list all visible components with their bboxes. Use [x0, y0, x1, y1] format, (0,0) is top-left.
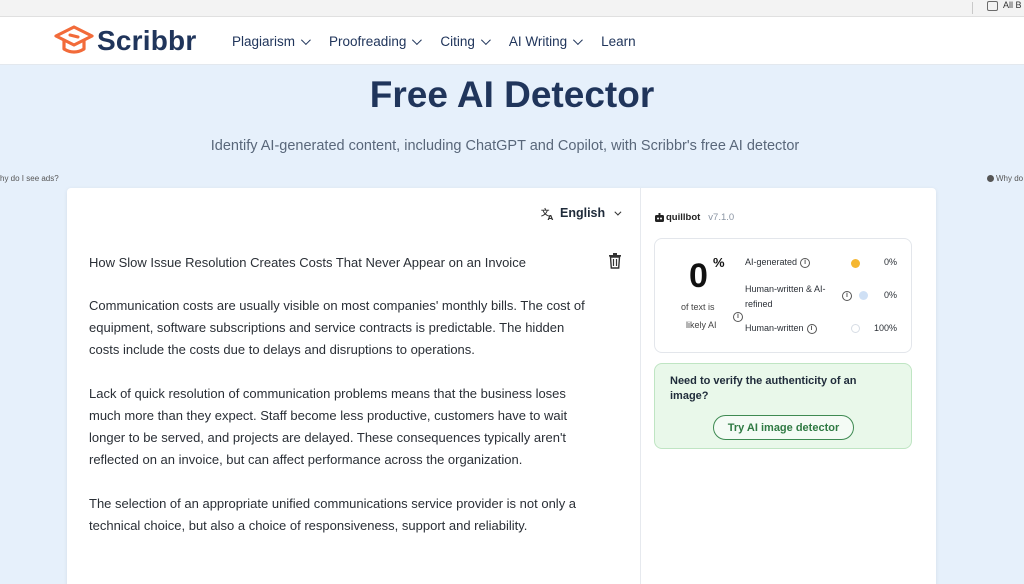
chevron-down-icon	[412, 34, 423, 45]
scribbr-logo[interactable]: Scribbr	[54, 24, 196, 58]
ai-score-unit: %	[713, 255, 725, 270]
image-detector-promo: Need to verify the authenticity of an im…	[654, 363, 912, 449]
why-ads-label: Why do	[996, 174, 1024, 183]
promo-question: Need to verify the authenticity of an im…	[670, 375, 857, 402]
chevron-down-icon	[480, 34, 491, 45]
language-selector[interactable]: 文 A English	[541, 206, 622, 220]
bookmarks-bar: All B	[0, 0, 1024, 17]
brand-name: quillbot	[666, 212, 701, 223]
nav-plagiarism[interactable]: Plagiarism	[232, 33, 311, 49]
page-title: Free AI Detector	[369, 74, 655, 115]
score-card: 0 % of text is likely AI i AI-generated i…	[654, 238, 912, 353]
result-label: AI-generated	[745, 257, 798, 267]
trash-icon[interactable]	[608, 253, 622, 269]
chevron-down-icon	[614, 208, 622, 216]
nav-label: Learn	[601, 33, 636, 49]
detector-brand: quillbot v7.1.0	[655, 212, 734, 223]
main-nav: Plagiarism Proofreading Citing AI Writin…	[232, 17, 657, 65]
text-editor[interactable]: Communication costs are usually visible …	[89, 295, 589, 559]
result-label: Human-written	[745, 323, 804, 333]
all-bookmarks-link[interactable]: All B	[1003, 0, 1022, 10]
result-value: 0%	[883, 257, 897, 267]
paragraph: Lack of quick resolution of communicatio…	[89, 386, 568, 467]
result-value: 0%	[883, 290, 897, 300]
nav-label: Plagiarism	[232, 33, 296, 49]
quillbot-icon	[655, 213, 664, 222]
nav-label: AI Writing	[508, 33, 568, 49]
quillbot-logo: quillbot	[655, 212, 700, 223]
version-label: v7.1.0	[708, 212, 735, 223]
info-icon	[987, 175, 994, 182]
result-row-human-ai-refined: Human-written & AI- refined	[745, 282, 845, 312]
translate-icon: 文 A	[541, 207, 554, 220]
chevron-down-icon	[573, 34, 583, 45]
detector-panel: 文 A English How Slow Issue Resolution Cr…	[67, 188, 936, 584]
chevron-down-icon	[300, 34, 311, 45]
paragraph: Communication costs are usually visible …	[89, 298, 585, 357]
score-caption: likely AI	[686, 320, 717, 330]
logo-text: Scribbr	[97, 25, 197, 56]
info-icon[interactable]: i	[842, 291, 852, 301]
human-written-legend-dot	[851, 324, 860, 333]
nav-label: Citing	[440, 33, 475, 49]
folder-icon[interactable]	[987, 1, 998, 11]
info-icon[interactable]: i	[733, 312, 743, 322]
result-label: Human-written & AI-	[745, 284, 826, 294]
bookmarks-separator	[972, 2, 973, 14]
language-label: English	[560, 206, 606, 220]
info-icon[interactable]: i	[800, 257, 811, 268]
paragraph: The selection of an appropriate unified …	[89, 496, 577, 533]
ai-generated-legend-dot	[851, 259, 860, 268]
ai-score: 0	[689, 257, 708, 295]
result-row-human-written: Human-written i	[745, 323, 817, 334]
svg-text:A: A	[548, 213, 554, 220]
try-ai-image-detector-button[interactable]: Try AI image detector	[713, 415, 854, 440]
result-label: refined	[745, 299, 773, 309]
why-ads-link-right[interactable]: Why do	[987, 174, 1023, 183]
info-icon[interactable]: i	[806, 323, 817, 334]
site-header: Scribbr Plagiarism Proofreading Citing A…	[0, 17, 1024, 65]
result-row-ai-generated: AI-generated i	[745, 257, 811, 268]
score-caption: of text is	[681, 302, 715, 312]
result-value: 100%	[873, 323, 897, 333]
page-subtitle: Identify AI-generated content, including…	[210, 138, 800, 154]
graduation-cap-icon	[54, 25, 94, 54]
nav-citing[interactable]: Citing	[440, 33, 491, 49]
nav-proofreading[interactable]: Proofreading	[329, 33, 423, 49]
nav-ai-writing[interactable]: AI Writing	[508, 33, 583, 49]
nav-learn[interactable]: Learn	[601, 34, 636, 49]
column-divider	[640, 188, 641, 584]
nav-label: Proofreading	[329, 33, 407, 49]
why-ads-link-left[interactable]: hy do I see ads?	[0, 174, 59, 183]
document-title[interactable]: How Slow Issue Resolution Creates Costs …	[89, 255, 526, 270]
